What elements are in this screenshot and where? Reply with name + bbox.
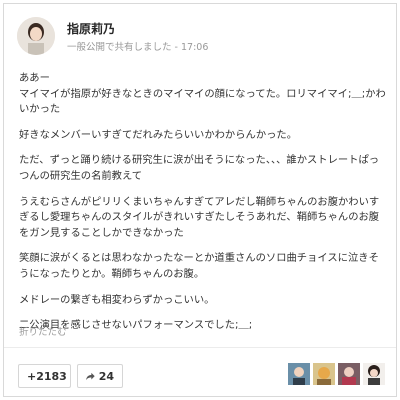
divider: [4, 347, 396, 348]
post-paragraph: 二公演目を感じさせないパフォーマンスでした;＿;: [19, 319, 253, 332]
post-time[interactable]: 17:06: [181, 42, 208, 53]
post-header: 指原莉乃 一般公開で共有しました - 17:06: [17, 17, 377, 57]
user-avatar[interactable]: [313, 363, 335, 385]
post-meta: 一般公開で共有しました - 17:06: [67, 39, 208, 53]
author-avatar[interactable]: [17, 17, 55, 55]
post-paragraph: メドレーの繋ぎも相変わらずかっこいい。: [19, 293, 215, 306]
post-paragraph: ああー マイマイが指原が好きなときのマイマイの顔になってた。ロリマイマイ;＿;か…: [19, 72, 386, 116]
collapse-link[interactable]: 折りたたむ: [19, 324, 67, 338]
post-paragraph: うえむらさんがピリリくまいちゃんすぎてアレだし鞘師ちゃんのお腹かわいすぎるし愛理…: [19, 195, 380, 239]
post-card: 指原莉乃 一般公開で共有しました - 17:06 ああー マイマイが指原が好きな…: [3, 3, 397, 397]
plus-oners-avatars: [288, 363, 385, 385]
share-arrow-icon: [86, 372, 95, 380]
share-button[interactable]: 24: [77, 364, 123, 388]
user-avatar[interactable]: [288, 363, 310, 385]
post-paragraph: 笑顔に涙がくるとは思わなかったなーとか道重さんのソロ曲チョイスに泣きそうになった…: [19, 252, 379, 280]
meta-separator: -: [174, 42, 178, 53]
post-paragraph: 好きなメンバーいすぎてだれみたらいいかわからんかった。: [19, 128, 298, 141]
user-avatar[interactable]: [338, 363, 360, 385]
author-name[interactable]: 指原莉乃: [67, 20, 115, 37]
post-paragraph: ただ、ずっと踊り続ける研究生に涙が出そうになった、、、誰かストレートぱっつんの研…: [19, 154, 380, 182]
user-avatar[interactable]: [363, 363, 385, 385]
post-body: ああー マイマイが指原が好きなときのマイマイの顔になってた。ロリマイマイ;＿;か…: [19, 71, 387, 334]
plus-one-button[interactable]: +2183: [18, 364, 71, 388]
share-count: 24: [98, 369, 114, 383]
plus-one-count: +2183: [27, 369, 67, 383]
visibility-text[interactable]: 一般公開で共有しました: [67, 42, 172, 53]
